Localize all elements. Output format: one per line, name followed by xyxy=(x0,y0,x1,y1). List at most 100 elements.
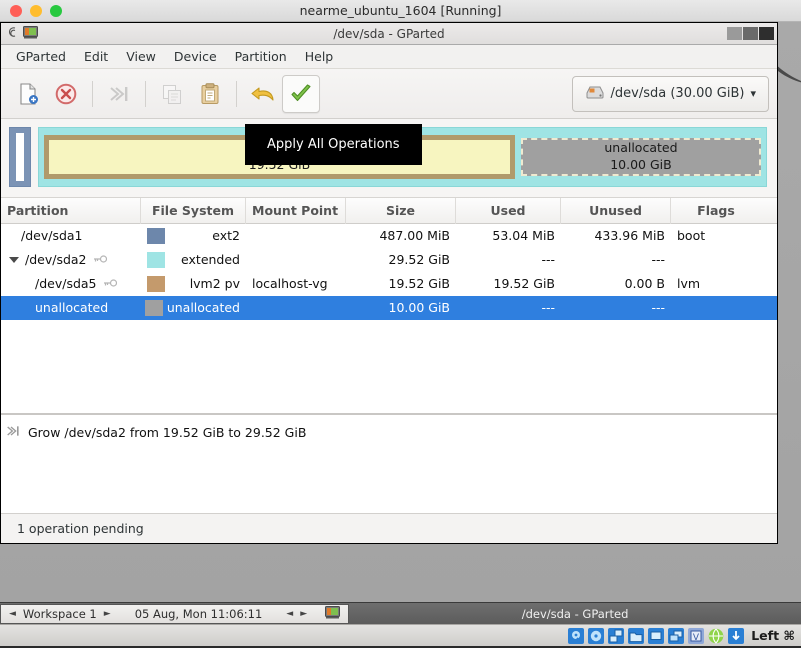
hard-disk-icon[interactable] xyxy=(568,628,584,644)
shared-folder-icon[interactable] xyxy=(628,628,644,644)
table-row[interactable]: /dev/sda5lvm2 pvlocalhost-vg19.52 GiB19.… xyxy=(1,272,777,296)
window-menu-icon[interactable] xyxy=(5,24,19,43)
key-icon xyxy=(93,248,107,272)
column-header-unused[interactable]: Unused xyxy=(561,198,671,224)
mouse-integration-icon[interactable] xyxy=(728,628,744,644)
graphic-partition-unallocated[interactable]: unallocated 10.00 GiB xyxy=(521,138,761,176)
column-header-mountpoint[interactable]: Mount Point xyxy=(246,198,346,224)
gp-maximize-button[interactable] xyxy=(743,27,758,40)
gparted-window-title: /dev/sda - GParted xyxy=(1,27,777,41)
taskbar-window-item[interactable]: /dev/sda - GParted xyxy=(349,607,801,621)
cell-size: 10.00 GiB xyxy=(346,296,456,320)
partition-name: unallocated xyxy=(35,296,108,320)
resize-move-icon xyxy=(5,423,21,442)
cell-mountpoint xyxy=(246,248,346,272)
cell-unused: 433.96 MiB xyxy=(561,224,671,248)
cell-unused: 0.00 B xyxy=(561,272,671,296)
filesystem-color-swatch xyxy=(147,276,165,292)
graphic-unallocated-label: unallocated xyxy=(604,140,677,157)
column-header-used[interactable]: Used xyxy=(456,198,561,224)
partition-graphic-panel: /dev/sda5 19.52 GiB unallocated 10.00 Gi… xyxy=(1,119,777,197)
cell-size: 487.00 MiB xyxy=(346,224,456,248)
menu-edit[interactable]: Edit xyxy=(75,46,117,67)
cell-filesystem: ext2 xyxy=(141,224,246,248)
gp-minimize-button[interactable] xyxy=(727,27,742,40)
svg-text:V: V xyxy=(693,633,700,643)
filesystem-name: unallocated xyxy=(167,296,240,320)
new-partition-button[interactable] xyxy=(9,75,47,113)
menu-view[interactable]: View xyxy=(117,46,165,67)
cell-partition: unallocated xyxy=(1,296,141,320)
apply-checkmark-icon xyxy=(288,81,314,107)
menu-partition[interactable]: Partition xyxy=(226,46,296,67)
device-selector-label: /dev/sda (30.00 GiB) xyxy=(611,86,745,101)
paste-button[interactable] xyxy=(191,75,229,113)
menu-bar: GParted Edit View Device Partition Help xyxy=(1,45,777,69)
status-bar: 1 operation pending xyxy=(1,513,777,543)
clock-label[interactable]: 05 Aug, Mon 11:06:11 xyxy=(135,607,263,621)
filesystem-color-swatch xyxy=(147,228,165,244)
operations-list: Grow /dev/sda2 from 19.52 GiB to 29.52 G… xyxy=(5,423,769,442)
virtualbox-window: nearme_ubuntu_1604 [Running] xyxy=(0,0,801,646)
vm-bottom-panel: ◄ Workspace 1 ► 05 Aug, Mon 11:06:11 ◄ ►… xyxy=(0,602,801,624)
vbox-status-bar: V Left ⌘ xyxy=(0,624,801,646)
apply-all-operations-button[interactable] xyxy=(282,75,320,113)
gp-close-button[interactable] xyxy=(759,27,774,40)
resize-move-button xyxy=(100,75,138,113)
device-selector-dropdown[interactable]: /dev/sda (30.00 GiB) ▾ xyxy=(572,76,769,112)
task-prev-icon[interactable]: ◄ xyxy=(286,609,293,619)
apply-button-tooltip: Apply All Operations xyxy=(245,124,422,165)
filesystem-name: ext2 xyxy=(169,224,240,248)
workspace-next-icon[interactable]: ► xyxy=(104,609,111,619)
table-header-row: Partition File System Mount Point Size U… xyxy=(1,198,777,224)
workspace-prev-icon[interactable]: ◄ xyxy=(9,609,16,619)
column-header-size[interactable]: Size xyxy=(346,198,456,224)
graphic-partition-sda1[interactable] xyxy=(9,127,31,187)
cell-mountpoint xyxy=(246,296,346,320)
gparted-window: /dev/sda - GParted GParted Edit View Dev… xyxy=(0,22,778,544)
partition-table: Partition File System Mount Point Size U… xyxy=(1,197,777,413)
partition-name: /dev/sda2 xyxy=(25,248,87,272)
cell-size: 29.52 GiB xyxy=(346,248,456,272)
taskbar-gparted-icon[interactable] xyxy=(325,606,340,622)
cell-filesystem: extended xyxy=(141,248,246,272)
filesystem-name: extended xyxy=(169,248,240,272)
delete-partition-button[interactable] xyxy=(47,75,85,113)
menu-device[interactable]: Device xyxy=(165,46,226,67)
task-next-icon[interactable]: ► xyxy=(300,609,307,619)
menu-help[interactable]: Help xyxy=(296,46,343,67)
operation-text: Grow /dev/sda2 from 19.52 GiB to 29.52 G… xyxy=(28,425,306,440)
menu-gparted[interactable]: GParted xyxy=(7,46,75,67)
new-document-icon xyxy=(16,82,40,106)
undo-button[interactable] xyxy=(244,75,282,113)
cell-used: 19.52 GiB xyxy=(456,272,561,296)
gparted-titlebar: /dev/sda - GParted xyxy=(1,23,777,45)
column-header-filesystem[interactable]: File System xyxy=(141,198,246,224)
hard-disk-icon xyxy=(585,84,605,104)
cell-flags: lvm xyxy=(671,272,761,296)
operation-item[interactable]: Grow /dev/sda2 from 19.52 GiB to 29.52 G… xyxy=(5,423,769,442)
globe-icon[interactable] xyxy=(708,628,724,644)
column-header-partition[interactable]: Partition xyxy=(1,198,141,224)
vbox-window-title: nearme_ubuntu_1604 [Running] xyxy=(0,3,801,18)
table-row[interactable]: unallocatedunallocated10.00 GiB------ xyxy=(1,296,777,320)
copy-button xyxy=(153,75,191,113)
paste-icon xyxy=(198,82,222,106)
usb-icon[interactable] xyxy=(668,628,684,644)
workspace-switcher[interactable]: ◄ Workspace 1 ► 05 Aug, Mon 11:06:11 ◄ ► xyxy=(0,604,349,624)
cell-filesystem: lvm2 pv xyxy=(141,272,246,296)
table-row[interactable]: /dev/sda1ext2487.00 MiB53.04 MiB433.96 M… xyxy=(1,224,777,248)
display-icon[interactable] xyxy=(648,628,664,644)
chevron-down-icon[interactable] xyxy=(9,257,19,263)
cell-flags xyxy=(671,248,761,272)
chevron-down-icon: ▾ xyxy=(750,87,756,100)
table-row[interactable]: /dev/sda2extended29.52 GiB------ xyxy=(1,248,777,272)
graphic-unallocated-size: 10.00 GiB xyxy=(610,157,672,174)
network-icon[interactable] xyxy=(608,628,624,644)
vm-desktop: /dev/sda - GParted GParted Edit View Dev… xyxy=(0,22,801,602)
video-capture-icon[interactable]: V xyxy=(688,628,704,644)
copy-icon xyxy=(160,82,184,106)
cell-mountpoint xyxy=(246,224,346,248)
optical-disk-icon[interactable] xyxy=(588,628,604,644)
column-header-flags[interactable]: Flags xyxy=(671,198,761,224)
